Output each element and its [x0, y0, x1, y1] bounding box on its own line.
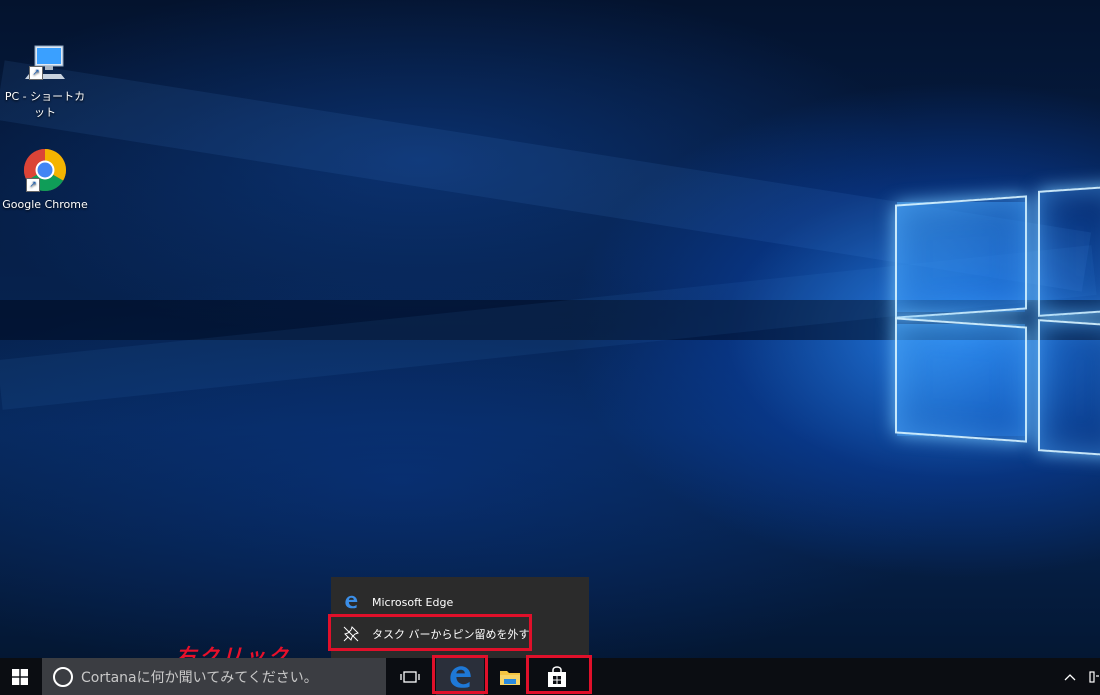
highlight-box-store [526, 655, 592, 694]
logo-pane-bottom-left [895, 317, 1027, 443]
desktop-icon-label: PC - ショートカット [4, 90, 86, 119]
file-explorer-icon [500, 670, 520, 685]
highlight-box-edge [432, 655, 488, 694]
windows-logo-icon [12, 668, 28, 685]
network-tray-button[interactable] [1088, 658, 1100, 695]
task-view-button[interactable] [390, 658, 430, 695]
chevron-up-icon [1064, 673, 1076, 680]
desktop-wallpaper: ↗ PC - ショートカット ↗ Google Chrome [0, 0, 1100, 658]
chrome-icon: ↗ [23, 148, 67, 192]
show-hidden-icons-button[interactable] [1058, 658, 1082, 695]
desktop-icon-label: Google Chrome [2, 198, 88, 211]
jumplist-app-item[interactable]: Microsoft Edge [331, 588, 589, 616]
shortcut-arrow-icon: ↗ [26, 178, 40, 192]
logo-pane-bottom-right [1038, 319, 1100, 457]
desktop-icon-pc[interactable]: ↗ PC - ショートカット [0, 44, 90, 120]
start-button[interactable] [0, 658, 40, 695]
search-placeholder: Cortanaに何か聞いてみてください。 [81, 669, 318, 686]
taskbar-file-explorer-button[interactable] [490, 658, 530, 695]
logo-pane-top-left [895, 195, 1027, 319]
shortcut-arrow-icon: ↗ [29, 66, 43, 80]
network-icon [1089, 670, 1099, 683]
cortana-search-box[interactable]: Cortanaに何か聞いてみてください。 [42, 658, 386, 695]
cortana-icon [53, 666, 73, 687]
jumplist-app-title: Microsoft Edge [372, 595, 454, 609]
logo-pane-top-right [1038, 185, 1100, 317]
desktop-icon-chrome[interactable]: ↗ Google Chrome [0, 148, 90, 211]
highlight-box-unpin [328, 614, 532, 651]
task-view-icon [400, 670, 420, 683]
edge-icon [343, 594, 359, 610]
pc-icon: ↗ [23, 44, 67, 82]
